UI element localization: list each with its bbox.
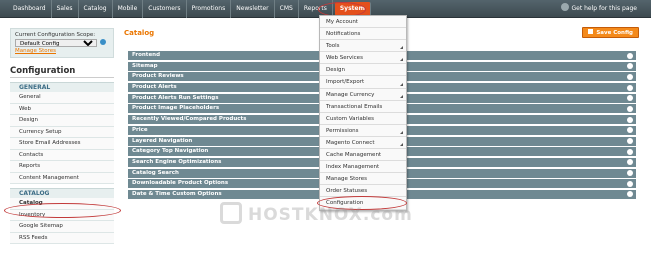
section-label: Downloadable Product Options bbox=[132, 180, 229, 187]
expand-icon[interactable] bbox=[627, 73, 633, 80]
sidebar-item-general[interactable]: General bbox=[10, 92, 114, 104]
sidebar-item-design[interactable]: Design bbox=[10, 115, 114, 127]
sidebar-item-currency-setup[interactable]: Currency Setup bbox=[10, 126, 114, 138]
sidebar-item-web[interactable]: Web bbox=[10, 103, 114, 115]
section-label: Search Engine Optimizations bbox=[132, 158, 222, 165]
help-label: Get help for this page bbox=[571, 5, 637, 12]
expand-icon[interactable] bbox=[627, 127, 633, 134]
expand-icon[interactable] bbox=[627, 159, 633, 166]
menu-item-label: Tools bbox=[326, 43, 340, 50]
scope-switcher: Current Configuration Scope: Default Con… bbox=[10, 28, 114, 58]
nav-catalog[interactable]: Catalog bbox=[79, 0, 113, 18]
menu-item-custom-variables[interactable]: Custom Variables bbox=[320, 113, 406, 125]
section-head-catalog: CATALOG bbox=[10, 188, 114, 198]
expand-icon[interactable] bbox=[627, 138, 633, 144]
system-dropdown-menu: My Account Notifications Tools Web Servi… bbox=[319, 15, 407, 211]
watermark-text: HOSTKNOX.com bbox=[248, 205, 413, 225]
sidebar-item-contacts[interactable]: Contacts bbox=[10, 149, 114, 161]
submenu-arrow-icon bbox=[400, 94, 403, 98]
menu-item-label: Import/Export bbox=[326, 79, 365, 86]
save-label: Save Config bbox=[596, 30, 633, 36]
submenu-arrow-icon bbox=[400, 46, 403, 50]
menu-item-label: Magento Connect bbox=[326, 139, 375, 146]
expand-icon[interactable] bbox=[627, 63, 633, 70]
section-label: Recently Viewed/Compared Products bbox=[132, 116, 247, 123]
submenu-arrow-icon bbox=[400, 130, 403, 134]
sidebar-title: Configuration bbox=[10, 66, 114, 78]
menu-item-label: Manage Currency bbox=[326, 91, 375, 98]
help-icon bbox=[560, 3, 569, 11]
menu-item-index-management[interactable]: Index Management bbox=[320, 161, 406, 174]
nav-promotions[interactable]: Promotions bbox=[187, 0, 232, 18]
menu-item-cache-management[interactable]: Cache Management bbox=[320, 149, 406, 162]
watermark: HOSTKNOX.com bbox=[220, 202, 430, 230]
help-circle-icon[interactable] bbox=[100, 39, 106, 45]
menu-item-permissions[interactable]: Permissions bbox=[320, 125, 406, 137]
section-label: Layered Navigation bbox=[132, 137, 193, 144]
menu-item-manage-currency[interactable]: Manage Currency bbox=[320, 89, 406, 101]
sidebar-item-store-email-addresses[interactable]: Store Email Addresses bbox=[10, 138, 114, 150]
scope-select[interactable]: Default Config bbox=[15, 39, 97, 47]
section-label: Category Top Navigation bbox=[132, 148, 209, 155]
nav-sales[interactable]: Sales bbox=[52, 0, 79, 18]
expand-icon[interactable] bbox=[627, 52, 633, 59]
hostknox-logo-icon bbox=[220, 202, 242, 224]
section-label: Product Alerts bbox=[132, 84, 177, 91]
menu-item-import-export[interactable]: Import/Export bbox=[320, 76, 406, 89]
menu-item-manage-stores[interactable]: Manage Stores bbox=[320, 173, 406, 186]
save-icon bbox=[588, 29, 594, 34]
menu-item-notifications[interactable]: Notifications bbox=[320, 28, 406, 41]
save-config-button[interactable]: Save Config bbox=[582, 27, 639, 38]
sidebar-item-reports[interactable]: Reports bbox=[10, 161, 114, 173]
catalog-highlight-annotation bbox=[4, 203, 121, 218]
section-label: Product Alerts Run Settings bbox=[132, 94, 219, 101]
menu-item-web-services[interactable]: Web Services bbox=[320, 52, 406, 65]
submenu-arrow-icon bbox=[400, 58, 403, 62]
expand-icon[interactable] bbox=[627, 191, 633, 198]
sidebar-item-google-sitemap[interactable]: Google Sitemap bbox=[10, 221, 114, 233]
expand-icon[interactable] bbox=[627, 84, 633, 91]
menu-item-label: Permissions bbox=[326, 127, 359, 134]
section-label: Frontend bbox=[132, 52, 161, 58]
scope-label: Current Configuration Scope: bbox=[15, 32, 96, 38]
menu-item-transactional-emails[interactable]: Transactional Emails bbox=[320, 101, 406, 113]
nav-cms[interactable]: CMS bbox=[275, 0, 299, 18]
expand-icon[interactable] bbox=[627, 105, 633, 112]
sidebar: Current Configuration Scope: Default Con… bbox=[4, 28, 121, 254]
menu-item-tools[interactable]: Tools bbox=[320, 40, 406, 53]
expand-icon[interactable] bbox=[627, 148, 633, 155]
nav-dashboard[interactable]: Dashboard bbox=[8, 0, 52, 18]
manage-stores-link[interactable]: Manage Stores bbox=[15, 48, 109, 54]
menu-item-label: Web Services bbox=[326, 55, 363, 62]
expand-icon[interactable] bbox=[627, 116, 633, 123]
sidebar-item-content-management[interactable]: Content Management bbox=[10, 172, 114, 184]
section-label: Sitemap bbox=[132, 62, 158, 69]
menu-item-magento-connect[interactable]: Magento Connect bbox=[320, 137, 406, 150]
section-label: Product Image Placeholders bbox=[132, 105, 220, 112]
nav-mobile[interactable]: Mobile bbox=[113, 0, 144, 18]
nav-newsletter[interactable]: Newsletter bbox=[231, 0, 275, 18]
section-label: Product Reviews bbox=[132, 73, 184, 80]
nav-customers[interactable]: Customers bbox=[143, 0, 187, 18]
section-head-general: GENERAL bbox=[10, 82, 114, 92]
sidebar-item-rss-feeds[interactable]: RSS Feeds bbox=[10, 232, 114, 244]
section-label: Date & Time Custom Options bbox=[132, 190, 222, 197]
menu-item-design[interactable]: Design bbox=[320, 64, 406, 77]
section-label: Catalog Search bbox=[132, 169, 179, 176]
menu-item-my-account[interactable]: My Account bbox=[320, 16, 406, 29]
submenu-arrow-icon bbox=[400, 82, 403, 86]
submenu-arrow-icon bbox=[400, 143, 403, 147]
expand-icon[interactable] bbox=[627, 180, 633, 187]
section-label: Price bbox=[132, 126, 148, 133]
help-link[interactable]: Get help for this page bbox=[560, 0, 637, 18]
expand-icon[interactable] bbox=[627, 170, 633, 177]
expand-icon[interactable] bbox=[627, 95, 633, 102]
